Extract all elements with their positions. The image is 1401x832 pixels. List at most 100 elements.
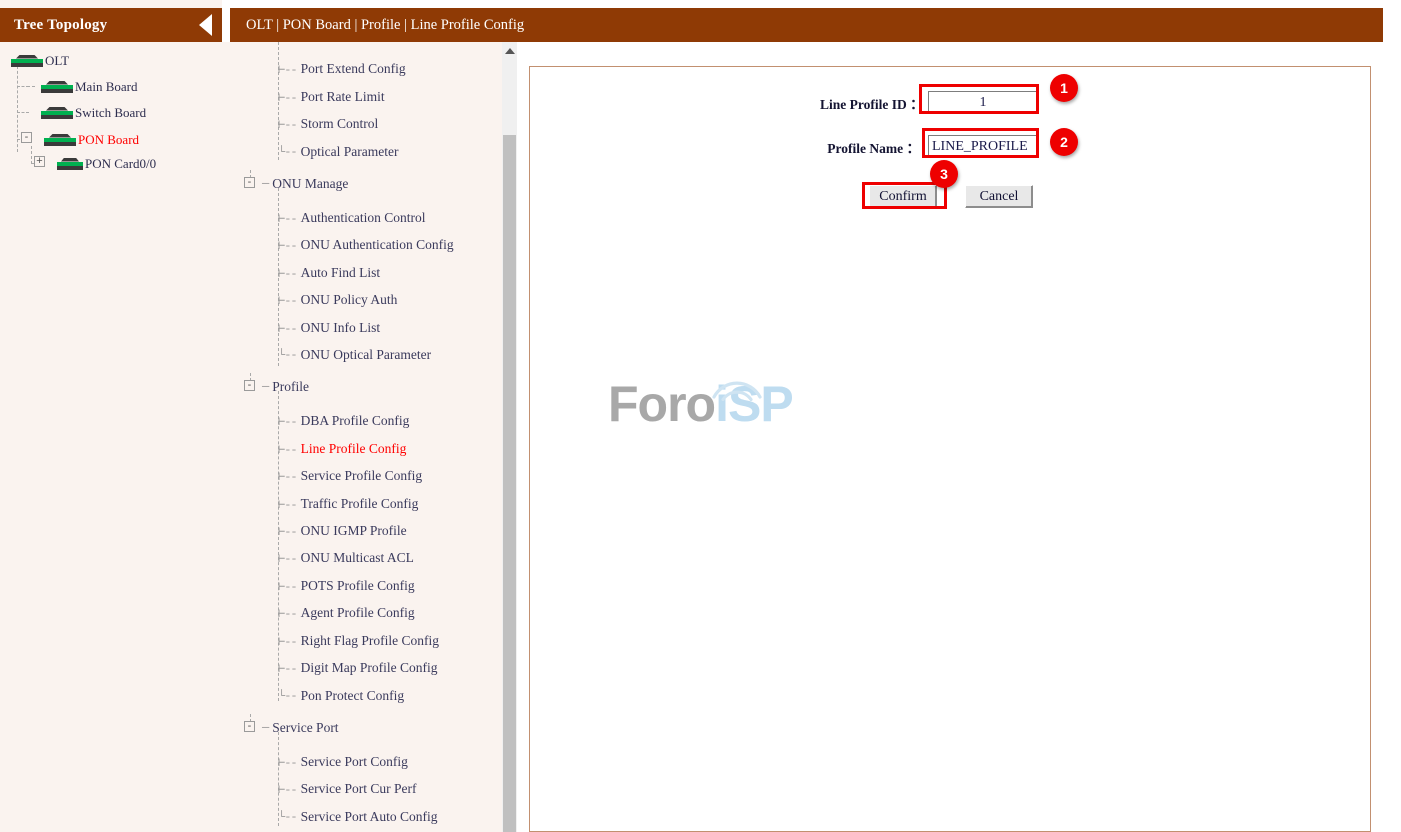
menu-group-service-port[interactable]: ─ Service Port <box>262 719 339 737</box>
watermark-text-primary: Foro <box>608 376 716 432</box>
annotation-badge-3: 3 <box>930 160 958 188</box>
menu-item-onu-multicast-acl[interactable]: ⊢-- ONU Multicast ACL <box>278 549 414 567</box>
menu-item-onu-igmp-profile[interactable]: ⊢-- ONU IGMP Profile <box>278 522 407 540</box>
menu-item-label: Traffic Profile Config <box>300 496 419 511</box>
main-header-bar: OLT | PON Board | Profile | Line Profile… <box>230 8 1383 42</box>
profile-id-label: Line Profile ID ： <box>820 96 924 112</box>
panel-divider <box>517 42 529 832</box>
menu-item-onu-authentication-config[interactable]: ⊢-- ONU Authentication Config <box>278 236 454 254</box>
menu-item-service-port-config[interactable]: ⊢-- Service Port Config <box>278 753 408 771</box>
tree-topology-body: OLT Main Board Switch Board - PON Board … <box>0 42 222 832</box>
form-button-row: Confirm Cancel <box>869 185 1033 208</box>
wifi-waves-icon <box>712 381 762 401</box>
tree-node-olt[interactable]: OLT <box>10 52 69 70</box>
tree-dash-icon: ⊢-- <box>278 551 298 566</box>
menu-item-label: Service Port Cur Perf <box>300 781 417 796</box>
tree-node-pon-board[interactable]: PON Board <box>43 131 139 149</box>
tree-dash-icon: └-- <box>278 689 298 703</box>
tree-node-label: PON Board <box>78 132 140 147</box>
menu-item-label: Service Profile Config <box>300 468 423 483</box>
tree-toggle-pon-board[interactable]: - <box>21 132 32 143</box>
menu-item-agent-profile-config[interactable]: ⊢-- Agent Profile Config <box>278 604 415 622</box>
tree-toggle-pon-card[interactable]: + <box>34 156 45 167</box>
tree-dash-icon: ⊢-- <box>278 321 298 336</box>
menu-connector <box>278 391 279 701</box>
menu-group-label: Service Port <box>272 720 339 735</box>
tree-topology-title: Tree Topology <box>14 16 108 33</box>
menu-group-onu-manage[interactable]: ─ ONU Manage <box>262 175 348 193</box>
tree-dash-icon: ⊢-- <box>278 634 298 649</box>
tree-connector <box>27 86 35 87</box>
tree-dash-icon: ⊢-- <box>278 238 298 253</box>
menu-toggle-onu-manage[interactable]: - <box>244 177 255 188</box>
menu-item-label: Authentication Control <box>300 210 426 225</box>
tree-dash-icon: ─ <box>262 721 269 735</box>
menu-group-profile[interactable]: ─ Profile <box>262 378 309 396</box>
tree-node-pon-card[interactable]: PON Card0/0 <box>56 155 156 173</box>
annotation-badge-2: 2 <box>1050 128 1078 156</box>
menu-item-traffic-profile-config[interactable]: ⊢-- Traffic Profile Config <box>278 495 418 513</box>
tree-dash-icon: ⊢-- <box>278 606 298 621</box>
menu-item-label: ONU Info List <box>300 320 381 335</box>
confirm-button[interactable]: Confirm <box>869 185 937 208</box>
menu-item-service-port-cur-perf[interactable]: ⊢-- Service Port Cur Perf <box>278 780 417 798</box>
tree-node-label: OLT <box>45 53 70 68</box>
menu-item-right-flag-profile-config[interactable]: ⊢-- Right Flag Profile Config <box>278 632 439 650</box>
menu-item-port-extend-config[interactable]: ⊢-- Port Extend Config <box>278 60 406 78</box>
tree-dash-icon: ⊢-- <box>278 90 298 105</box>
menu-item-label: ONU IGMP Profile <box>300 523 407 538</box>
tree-dash-icon: └-- <box>278 348 298 362</box>
menu-item-digit-map-profile-config[interactable]: ⊢-- Digit Map Profile Config <box>278 659 438 677</box>
menu-item-pon-protect-config[interactable]: └-- Pon Protect Config <box>278 687 404 705</box>
menu-toggle-profile[interactable]: - <box>244 380 255 391</box>
menu-toggle-service-port[interactable]: - <box>244 721 255 732</box>
device-board-icon <box>56 157 84 171</box>
menu-item-optical-parameter[interactable]: └-- Optical Parameter <box>278 143 398 161</box>
menu-scrollbar-thumb[interactable] <box>503 135 516 832</box>
menu-item-port-rate-limit[interactable]: ⊢-- Port Rate Limit <box>278 88 385 106</box>
menu-item-line-profile-config[interactable]: ⊢-- Line Profile Config <box>278 440 406 458</box>
tree-dash-icon: ⊢-- <box>278 442 298 457</box>
menu-item-label: Storm Control <box>300 116 379 131</box>
profile-id-input[interactable] <box>928 91 1038 114</box>
menu-item-pots-profile-config[interactable]: ⊢-- POTS Profile Config <box>278 577 415 595</box>
menu-item-onu-info-list[interactable]: ⊢-- ONU Info List <box>278 319 380 337</box>
tree-dash-icon: ─ <box>262 177 269 191</box>
triangle-left-icon[interactable] <box>199 14 212 36</box>
device-board-icon <box>40 80 74 94</box>
tree-node-main-board[interactable]: Main Board <box>40 78 137 96</box>
tree-topology-panel: Tree Topology OLT Main Board Switch Boar… <box>0 0 222 832</box>
profile-name-input[interactable] <box>928 135 1038 158</box>
menu-group-label: Profile <box>272 379 309 394</box>
menu-item-label: ONU Authentication Config <box>300 237 454 252</box>
menu-item-label: Pon Protect Config <box>300 688 405 703</box>
foroisp-watermark: ForoiSP <box>608 379 808 449</box>
tree-node-switch-board[interactable]: Switch Board <box>40 104 146 122</box>
tree-dash-icon: └-- <box>278 145 298 159</box>
watermark-text-secondary: iSP <box>715 376 794 432</box>
app-root: Tree Topology OLT Main Board Switch Boar… <box>0 0 1401 832</box>
menu-item-label: Service Port Auto Config <box>300 809 438 824</box>
menu-item-authentication-control[interactable]: ⊢-- Authentication Control <box>278 209 426 227</box>
triangle-up-icon[interactable] <box>503 44 516 57</box>
tree-dash-icon: ⊢-- <box>278 293 298 308</box>
profile-name-label: Profile Name ： <box>827 140 920 156</box>
menu-item-onu-policy-auth[interactable]: ⊢-- ONU Policy Auth <box>278 291 397 309</box>
menu-item-dba-profile-config[interactable]: ⊢-- DBA Profile Config <box>278 412 409 430</box>
menu-item-service-profile-config[interactable]: ⊢-- Service Profile Config <box>278 467 422 485</box>
menu-item-storm-control[interactable]: ⊢-- Storm Control <box>278 115 378 133</box>
tree-dash-icon: ⊢-- <box>278 661 298 676</box>
menu-item-label: Digit Map Profile Config <box>300 660 438 675</box>
tree-dash-icon: ⊢-- <box>278 117 298 132</box>
tree-node-label: PON Card0/0 <box>85 156 157 171</box>
menu-item-auto-find-list[interactable]: ⊢-- Auto Find List <box>278 264 380 282</box>
menu-item-service-port-auto-config[interactable]: └-- Service Port Auto Config <box>278 808 437 826</box>
tree-dash-icon: ⊢-- <box>278 782 298 797</box>
menu-item-label: Port Extend Config <box>300 61 406 76</box>
menu-item-onu-optical-parameter[interactable]: └-- ONU Optical Parameter <box>278 346 431 364</box>
menu-item-label: POTS Profile Config <box>300 578 415 593</box>
cancel-button[interactable]: Cancel <box>965 185 1033 208</box>
tree-connector <box>17 112 29 113</box>
device-board-icon <box>40 106 74 120</box>
tree-node-label: Switch Board <box>75 105 147 120</box>
